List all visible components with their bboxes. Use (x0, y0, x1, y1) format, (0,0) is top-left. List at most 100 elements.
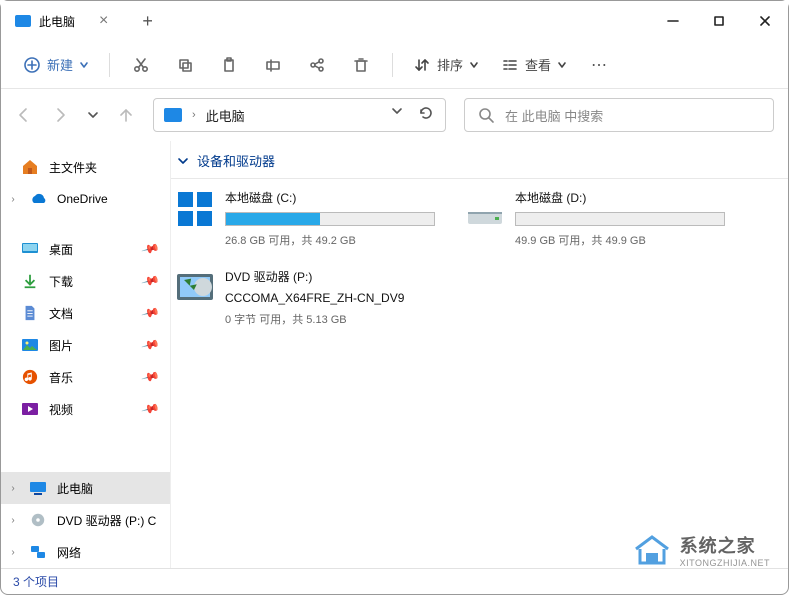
cut-button[interactable] (122, 50, 160, 80)
chevron-right-icon[interactable]: › (7, 515, 19, 526)
sidebar-item-label: 此电脑 (57, 480, 93, 497)
breadcrumb-path[interactable]: 此电脑 (206, 106, 245, 125)
dvd-drive-icon (175, 268, 215, 308)
pin-icon: 📌 (141, 335, 161, 355)
drive-title: 本地磁盘 (C:) (225, 189, 435, 206)
toolbar-separator (392, 53, 393, 77)
sidebar-item-home[interactable]: 主文件夹 (1, 151, 170, 183)
dvd-icon (29, 511, 47, 529)
chevron-right-icon[interactable]: › (7, 194, 19, 205)
sidebar-item-label: 下载 (49, 273, 73, 290)
drive-title: 本地磁盘 (D:) (515, 189, 725, 206)
navigation-pane: 主文件夹 › OneDrive 桌面 📌 下载 📌 (1, 141, 171, 568)
workspace: 主文件夹 › OneDrive 桌面 📌 下载 📌 (1, 141, 788, 568)
chevron-right-icon[interactable]: › (7, 483, 19, 494)
drive-usage-bar (515, 212, 725, 226)
delete-button[interactable] (342, 50, 380, 80)
window-controls (650, 1, 788, 41)
drive-usage-bar (225, 212, 435, 226)
paste-button[interactable] (210, 50, 248, 80)
forward-button[interactable] (51, 106, 69, 124)
search-icon (477, 106, 495, 124)
drive-item-d[interactable]: 本地磁盘 (D:) 49.9 GB 可用，共 49.9 GB (465, 189, 725, 248)
drive-item-dvd[interactable]: DVD 驱动器 (P:) CCCOMA_X64FRE_ZH-CN_DV9 0 字… (175, 268, 475, 327)
search-box[interactable]: 在 此电脑 中搜索 (464, 98, 774, 132)
status-bar: 3 个项目 (1, 568, 788, 594)
close-window-button[interactable] (742, 1, 788, 41)
sidebar-item-documents[interactable]: 文档 📌 (1, 297, 170, 329)
new-tab-button[interactable]: + (142, 11, 153, 32)
sidebar-item-label: 图片 (49, 337, 73, 354)
sidebar-item-label: 视频 (49, 401, 73, 418)
sidebar-item-videos[interactable]: 视频 📌 (1, 393, 170, 425)
sort-button[interactable]: 排序 (405, 49, 487, 80)
network-icon (29, 543, 47, 561)
refresh-button[interactable] (417, 104, 435, 127)
sidebar-item-label: 桌面 (49, 241, 73, 258)
new-button-label: 新建 (47, 55, 73, 74)
section-title: 设备和驱动器 (197, 151, 275, 170)
this-pc-icon (164, 108, 182, 122)
pin-icon: 📌 (141, 303, 161, 323)
pin-icon: 📌 (141, 399, 161, 419)
sidebar-item-this-pc[interactable]: › 此电脑 (1, 472, 170, 504)
drive-d-icon (465, 189, 505, 229)
more-options-button[interactable]: ⋯ (581, 49, 617, 81)
sidebar-item-desktop[interactable]: 桌面 📌 (1, 233, 170, 265)
navigation-row: › 此电脑 在 此电脑 中搜索 (1, 89, 788, 141)
sidebar-item-label: 网络 (57, 544, 81, 561)
onedrive-icon (29, 190, 47, 208)
pin-icon: 📌 (141, 367, 161, 387)
drives-grid: 本地磁盘 (C:) 26.8 GB 可用，共 49.2 GB (171, 179, 788, 337)
drive-title-line2: CCCOMA_X64FRE_ZH-CN_DV9 (225, 291, 475, 305)
this-pc-icon (15, 15, 31, 27)
toolbar-separator (109, 53, 110, 77)
sidebar-item-label: 文档 (49, 305, 73, 322)
drive-usage-fill (226, 213, 320, 225)
minimize-button[interactable] (650, 1, 696, 41)
desktop-icon (21, 240, 39, 258)
recent-locations-button[interactable] (87, 109, 99, 121)
videos-icon (21, 400, 39, 418)
rename-button[interactable] (254, 50, 292, 80)
chevron-right-icon[interactable]: › (7, 547, 19, 558)
sidebar-item-label: 主文件夹 (49, 159, 97, 176)
sidebar-item-label: 音乐 (49, 369, 73, 386)
music-icon (21, 368, 39, 386)
address-bar[interactable]: › 此电脑 (153, 98, 446, 132)
share-button[interactable] (298, 50, 336, 80)
address-dropdown-button[interactable] (391, 104, 403, 127)
view-button-label: 查看 (525, 55, 551, 74)
sidebar-item-dvd[interactable]: › DVD 驱动器 (P:) C (1, 504, 170, 536)
sidebar-item-downloads[interactable]: 下载 📌 (1, 265, 170, 297)
drive-title-line1: DVD 驱动器 (P:) (225, 268, 475, 285)
documents-icon (21, 304, 39, 322)
up-button[interactable] (117, 106, 135, 124)
copy-button[interactable] (166, 50, 204, 80)
drive-item-c[interactable]: 本地磁盘 (C:) 26.8 GB 可用，共 49.2 GB (175, 189, 435, 248)
sidebar-item-label: OneDrive (57, 192, 108, 206)
active-tab[interactable]: 此电脑 × (1, 1, 122, 41)
sidebar-item-onedrive[interactable]: › OneDrive (1, 183, 170, 215)
sort-button-label: 排序 (437, 55, 463, 74)
section-devices-header[interactable]: 设备和驱动器 (171, 141, 788, 179)
home-icon (21, 158, 39, 176)
new-button[interactable]: 新建 (15, 49, 97, 80)
content-area: 设备和驱动器 本地磁盘 (C:) 26.8 GB 可用，共 49.2 GB (171, 141, 788, 568)
titlebar: 此电脑 × + (1, 1, 788, 41)
sidebar-item-pictures[interactable]: 图片 📌 (1, 329, 170, 361)
sidebar-item-music[interactable]: 音乐 📌 (1, 361, 170, 393)
back-button[interactable] (15, 106, 33, 124)
toolbar: 新建 排序 查看 ⋯ (1, 41, 788, 89)
downloads-icon (21, 272, 39, 290)
close-tab-icon[interactable]: × (99, 12, 108, 30)
sidebar-item-network[interactable]: › 网络 (1, 536, 170, 568)
breadcrumb-chevron-icon[interactable]: › (192, 109, 196, 121)
tab-title: 此电脑 (39, 13, 75, 30)
drive-subtext: 0 字节 可用，共 5.13 GB (225, 311, 475, 327)
status-items-count: 3 个项目 (13, 573, 59, 590)
view-button[interactable]: 查看 (493, 49, 575, 80)
pin-icon: 📌 (141, 271, 161, 291)
maximize-button[interactable] (696, 1, 742, 41)
pictures-icon (21, 336, 39, 354)
